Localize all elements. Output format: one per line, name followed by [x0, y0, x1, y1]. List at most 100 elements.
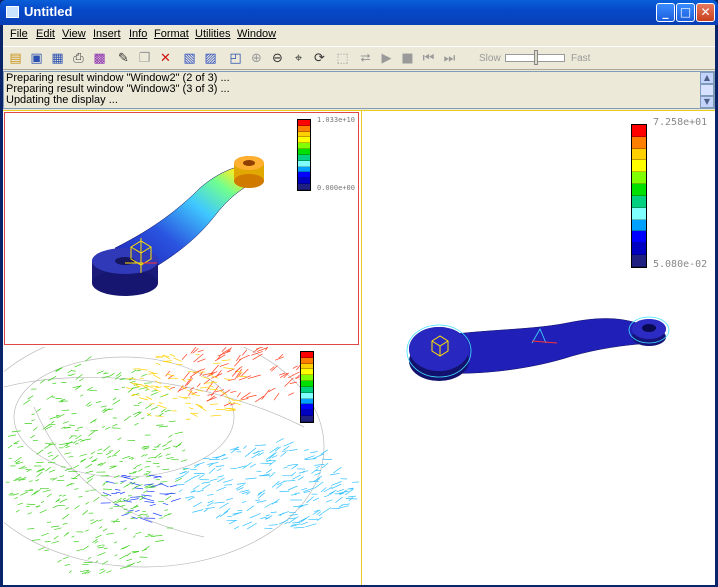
speed-slider-thumb[interactable] [534, 50, 538, 65]
vector-arrow [301, 487, 308, 491]
menu-file[interactable]: File [10, 28, 28, 40]
vector-arrow [175, 442, 183, 448]
select-icon[interactable]: ⬚ [334, 50, 351, 67]
delete-icon[interactable]: ✕ [157, 50, 174, 67]
minimize-button[interactable]: _ [656, 3, 675, 22]
vector-arrow [283, 466, 289, 469]
print-icon[interactable]: ⎙ [70, 50, 87, 67]
vector-arrow [242, 500, 247, 503]
vector-arrow [246, 394, 257, 398]
save-as-icon[interactable]: ▦ [49, 50, 66, 67]
vector-arrow [97, 546, 105, 549]
vector-arrow [75, 434, 82, 440]
vector-arrow [76, 548, 83, 552]
vector-arrow [205, 506, 215, 510]
vector-arrow [53, 527, 62, 531]
spin-icon[interactable]: ⟳ [311, 50, 328, 67]
result-icon[interactable]: ▧ [181, 50, 198, 67]
vector-arrow [312, 453, 325, 460]
vector-arrow [113, 518, 119, 524]
window2-model-svg[interactable] [362, 111, 715, 585]
step-back-icon[interactable]: ⏮ [420, 50, 437, 67]
vector-arrow [15, 509, 20, 513]
maximize-button[interactable]: □ [676, 3, 695, 22]
menu-insert[interactable]: Insert [93, 28, 121, 40]
play-icon[interactable]: ▶ [378, 50, 395, 67]
vector-arrow [144, 466, 150, 468]
step-forward-icon[interactable]: ⏭ [441, 50, 458, 67]
menu-utilities[interactable]: Utilities [195, 28, 230, 40]
vector-arrow [98, 519, 103, 522]
vector-arrow [17, 502, 24, 506]
message-scrollbar[interactable]: ▲ ▼ [700, 72, 714, 108]
vector-arrow [24, 489, 34, 492]
vector-arrow [7, 444, 13, 449]
vector-arrow [47, 451, 52, 455]
vector-arrow [75, 442, 79, 445]
result-window-1[interactable]: 1.033e+10 0.000e+00 [4, 112, 359, 345]
vector-arrow [68, 424, 75, 426]
open-icon[interactable]: ▤ [7, 50, 24, 67]
zoom-in-icon[interactable]: ⊕ [248, 50, 265, 67]
save-icon[interactable]: ▣ [28, 50, 45, 67]
vector-arrow [154, 415, 164, 418]
menu-edit[interactable]: Edit [36, 28, 55, 40]
vector-arrow [125, 387, 133, 390]
copy-icon[interactable]: ❐ [136, 50, 153, 67]
scroll-thumb[interactable] [700, 84, 714, 96]
vector-arrow [117, 437, 122, 441]
zoom-box-icon[interactable]: ⌖ [290, 50, 307, 67]
result-view-area: 1.033e+10 0.000e+00 7.258e+01 5.080e-02 [3, 110, 715, 585]
scroll-down-icon[interactable]: ▼ [700, 96, 714, 108]
vector-arrow [151, 385, 159, 387]
vector-arrow [128, 457, 133, 459]
menu-format[interactable]: Format [154, 28, 189, 40]
vector-arrow [195, 354, 200, 356]
color-icon[interactable]: ▩ [91, 50, 108, 67]
app-icon[interactable] [6, 6, 19, 18]
fit-icon[interactable]: ◰ [227, 50, 244, 67]
vector-arrow [201, 483, 211, 490]
menu-info[interactable]: Info [129, 28, 147, 40]
menu-view[interactable]: View [62, 28, 86, 40]
vector-arrow [221, 347, 227, 352]
message-line: Updating the display ... [6, 94, 118, 106]
vector-arrow [219, 363, 229, 367]
vector-arrow [170, 498, 181, 502]
vector-arrow [90, 489, 97, 491]
vector-arrow [292, 371, 300, 376]
vector-arrow [243, 445, 247, 449]
result-window-2[interactable]: 7.258e+01 5.080e-02 [361, 111, 715, 585]
vector-arrow [111, 492, 118, 494]
animate-path-icon[interactable]: ⮂ [357, 50, 374, 67]
title-bar[interactable]: Untitled _ □ ✕ [0, 0, 718, 25]
vector-arrow [90, 430, 99, 432]
vector-arrow [58, 494, 62, 497]
vector-arrow [95, 560, 99, 563]
window2-legend-max: 7.258e+01 [653, 117, 708, 128]
vector-arrow [188, 407, 194, 410]
result-edit-icon[interactable]: ▨ [202, 50, 219, 67]
toolbar: ▤ ▣ ▦ ⎙ ▩ ✎ ❐ ✕ ▧ ▨ ◰ ⊕ ⊖ ⌖ ⟳ ⬚ ⮂ ▶ ■ ⏮ … [3, 46, 715, 70]
scroll-up-icon[interactable]: ▲ [700, 72, 714, 84]
stop-icon[interactable]: ■ [399, 50, 416, 67]
vector-arrow [113, 449, 121, 455]
vector-arrow [107, 373, 115, 378]
vector-arrow [192, 509, 204, 513]
vector-arrow [321, 462, 329, 469]
result-window-3[interactable] [4, 347, 359, 585]
vector-arrow [96, 452, 103, 455]
vector-arrow [152, 512, 163, 517]
message-log[interactable]: Preparing result window "Window2" (2 of … [3, 71, 715, 109]
vector-arrow [158, 455, 163, 458]
vector-arrow [71, 535, 75, 538]
close-button[interactable]: ✕ [696, 3, 715, 22]
zoom-out-icon[interactable]: ⊖ [269, 50, 286, 67]
vector-arrow [221, 457, 229, 461]
vector-arrow [106, 532, 114, 535]
menu-window[interactable]: Window [237, 28, 276, 40]
vector-arrow [84, 356, 92, 362]
edit-icon[interactable]: ✎ [115, 50, 132, 67]
vector-arrow [268, 451, 277, 460]
legend-swatch [632, 243, 646, 256]
